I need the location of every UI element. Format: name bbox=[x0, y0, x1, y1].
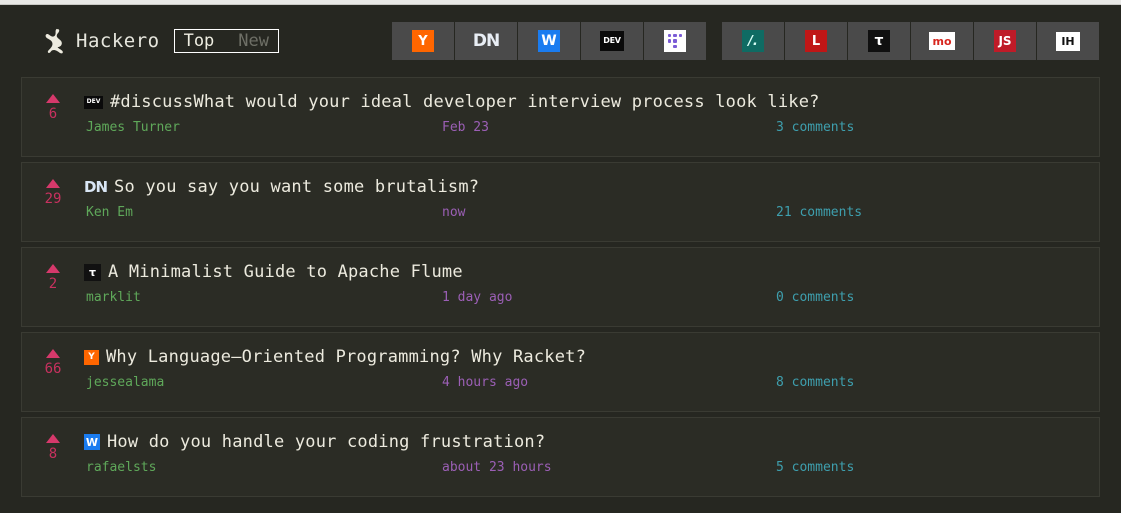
brand[interactable]: Hackero bbox=[44, 28, 160, 54]
indie-hackers-icon: IH bbox=[1056, 31, 1080, 51]
mozilla-hacks-icon: mo bbox=[929, 32, 955, 50]
story-comments-link[interactable]: 0 comments bbox=[776, 290, 854, 305]
source-button-designernews[interactable]: DN bbox=[455, 22, 517, 60]
story-meta: Ken Em now 21 comments bbox=[84, 205, 1079, 223]
story-title-row: DEV #discussWhat would your ideal develo… bbox=[84, 92, 1079, 112]
source-button-hackernews[interactable]: Y bbox=[392, 22, 454, 60]
story-title-row: W How do you handle your coding frustrat… bbox=[84, 432, 1079, 452]
tildes-icon: τ bbox=[868, 30, 890, 52]
tildes-icon: τ bbox=[84, 263, 101, 281]
hacker-news-icon: Y bbox=[412, 30, 434, 52]
story-author[interactable]: marklit bbox=[86, 290, 141, 305]
source-button-indiehackers[interactable]: IH bbox=[1037, 22, 1099, 60]
source-button-producthunt[interactable] bbox=[644, 22, 706, 60]
story-body: DEV #discussWhat would your ideal develo… bbox=[84, 92, 1099, 138]
dev-to-icon: DEV bbox=[600, 31, 624, 51]
source-button-hashnode[interactable]: W bbox=[518, 22, 580, 60]
story-title-row: DN So you say you want some brutalism? bbox=[84, 177, 1079, 197]
story-comments-link[interactable]: 8 comments bbox=[776, 375, 854, 390]
story-comments-link[interactable]: 21 comments bbox=[776, 205, 862, 220]
slashdot-icon: /. bbox=[742, 30, 764, 52]
table-row[interactable]: 2 τ A Minimalist Guide to Apache Flume m… bbox=[21, 247, 1100, 327]
upvote-arrow-icon[interactable] bbox=[46, 94, 60, 103]
story-title[interactable]: Why Language–Oriented Programming? Why R… bbox=[106, 347, 586, 367]
story-posted-time: 1 day ago bbox=[442, 290, 513, 305]
kangaroo-icon bbox=[45, 28, 63, 54]
story-author[interactable]: rafaelsts bbox=[86, 460, 156, 475]
designer-news-icon: DN bbox=[84, 177, 108, 196]
source-button-slashdot[interactable]: /. bbox=[722, 22, 784, 60]
vote-count: 6 bbox=[48, 106, 58, 122]
source-group-secondary: /. L τ mo JS IH bbox=[722, 22, 1099, 60]
story-title[interactable]: So you say you want some brutalism? bbox=[114, 177, 479, 197]
story-body: DN So you say you want some brutalism? K… bbox=[84, 177, 1099, 223]
vote-count: 66 bbox=[44, 361, 62, 377]
sort-option-top[interactable]: Top bbox=[184, 32, 215, 50]
story-title-row: Y Why Language–Oriented Programming? Why… bbox=[84, 347, 1079, 367]
story-meta: James Turner Feb 23 3 comments bbox=[84, 120, 1079, 138]
dev-to-icon: DEV bbox=[84, 95, 103, 109]
source-button-lobsters[interactable]: L bbox=[785, 22, 847, 60]
vote-column: 29 bbox=[22, 177, 84, 206]
upvote-arrow-icon[interactable] bbox=[46, 434, 60, 443]
upvote-arrow-icon[interactable] bbox=[46, 179, 60, 188]
table-row[interactable]: 8 W How do you handle your coding frustr… bbox=[21, 417, 1100, 497]
source-button-mozilla[interactable]: mo bbox=[911, 22, 973, 60]
product-hunt-grid-icon bbox=[664, 30, 686, 52]
vote-count: 2 bbox=[48, 276, 58, 292]
hacker-news-icon: Y bbox=[84, 349, 99, 365]
echo-js-icon: JS bbox=[994, 30, 1016, 52]
story-author[interactable]: Ken Em bbox=[86, 205, 133, 220]
story-posted-time: 4 hours ago bbox=[442, 375, 529, 390]
story-posted-time: Feb 23 bbox=[442, 120, 489, 135]
story-meta: marklit 1 day ago 0 comments bbox=[84, 290, 1079, 308]
vote-column: 66 bbox=[22, 347, 84, 376]
lobsters-icon: L bbox=[805, 30, 827, 52]
story-title[interactable]: How do you handle your coding frustratio… bbox=[107, 432, 545, 452]
table-row[interactable]: 29 DN So you say you want some brutalism… bbox=[21, 162, 1100, 242]
upvote-arrow-icon[interactable] bbox=[46, 349, 60, 358]
sort-toggle[interactable]: Top New bbox=[173, 29, 280, 53]
vote-column: 6 bbox=[22, 92, 84, 121]
story-title[interactable]: #discussWhat would your ideal developer … bbox=[110, 92, 820, 112]
upvote-arrow-icon[interactable] bbox=[46, 264, 60, 273]
vote-column: 8 bbox=[22, 432, 84, 461]
story-posted-time: about 23 hours bbox=[442, 460, 552, 475]
story-author[interactable]: James Turner bbox=[86, 120, 180, 135]
story-author[interactable]: jessealama bbox=[86, 375, 164, 390]
hashnode-icon: W bbox=[84, 434, 100, 450]
story-body: W How do you handle your coding frustrat… bbox=[84, 432, 1099, 478]
designer-news-icon: DN bbox=[472, 30, 500, 51]
brand-name: Hackero bbox=[76, 30, 160, 52]
story-title-row: τ A Minimalist Guide to Apache Flume bbox=[84, 262, 1079, 282]
app-root: Hackero Top New Y DN W DEV /. L τ mo JS … bbox=[0, 5, 1121, 513]
source-group-primary: Y DN W DEV bbox=[392, 22, 706, 60]
vote-count: 29 bbox=[44, 191, 62, 207]
story-posted-time: now bbox=[442, 205, 466, 220]
story-comments-link[interactable]: 5 comments bbox=[776, 460, 854, 475]
story-list: 6 DEV #discussWhat would your ideal deve… bbox=[0, 77, 1121, 497]
story-meta: jessealama 4 hours ago 8 comments bbox=[84, 375, 1079, 393]
source-button-tildes[interactable]: τ bbox=[848, 22, 910, 60]
site-header: Hackero Top New Y DN W DEV /. L τ mo JS … bbox=[0, 5, 1121, 77]
table-row[interactable]: 66 Y Why Language–Oriented Programming? … bbox=[21, 332, 1100, 412]
source-button-echojs[interactable]: JS bbox=[974, 22, 1036, 60]
story-body: τ A Minimalist Guide to Apache Flume mar… bbox=[84, 262, 1099, 308]
source-button-devto[interactable]: DEV bbox=[581, 22, 643, 60]
sort-option-new[interactable]: New bbox=[238, 32, 269, 50]
vote-column: 2 bbox=[22, 262, 84, 291]
story-comments-link[interactable]: 3 comments bbox=[776, 120, 854, 135]
vote-count: 8 bbox=[48, 446, 58, 462]
source-filter-groups: Y DN W DEV /. L τ mo JS IH bbox=[392, 22, 1099, 60]
story-meta: rafaelsts about 23 hours 5 comments bbox=[84, 460, 1079, 478]
story-body: Y Why Language–Oriented Programming? Why… bbox=[84, 347, 1099, 393]
hashnode-icon: W bbox=[538, 30, 560, 52]
story-title[interactable]: A Minimalist Guide to Apache Flume bbox=[108, 262, 463, 282]
table-row[interactable]: 6 DEV #discussWhat would your ideal deve… bbox=[21, 77, 1100, 157]
